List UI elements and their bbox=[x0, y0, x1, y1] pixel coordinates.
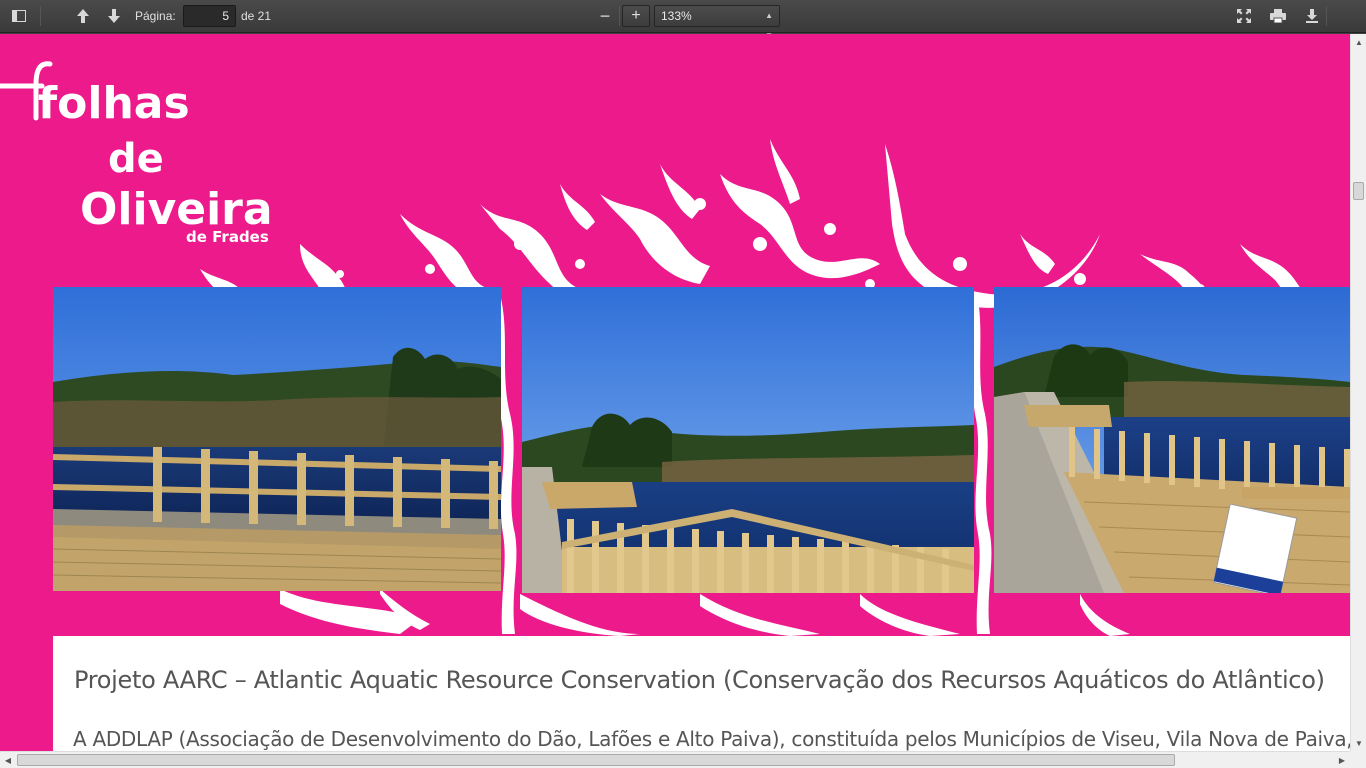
page-number-input[interactable] bbox=[183, 5, 236, 27]
lake-photo-3 bbox=[994, 287, 1350, 593]
fullscreen-button[interactable] bbox=[1231, 5, 1257, 27]
scroll-right-icon[interactable]: ▶ bbox=[1334, 752, 1350, 768]
arrow-up-icon bbox=[77, 9, 89, 23]
folhas-de-oliveira-logo: folhas de Oliveira de Frades bbox=[0, 61, 273, 244]
download-button[interactable] bbox=[1299, 5, 1325, 27]
lake-photo-2 bbox=[522, 287, 974, 593]
scrollbar-corner bbox=[1350, 751, 1366, 768]
fullscreen-icon bbox=[1237, 9, 1251, 23]
toolbar-separator bbox=[40, 6, 41, 26]
scroll-down-icon[interactable]: ▼ bbox=[1351, 735, 1366, 751]
document-viewport[interactable]: folhas de Oliveira de Frades Projeto AAR… bbox=[0, 34, 1350, 751]
page-total: de 21 bbox=[241, 9, 272, 23]
zoom-value: 133% bbox=[661, 9, 692, 23]
horizontal-scrollbar[interactable]: ◀ ▶ bbox=[0, 751, 1350, 768]
toolbar-separator bbox=[1326, 6, 1327, 26]
lake-photo-1 bbox=[53, 287, 501, 591]
vertical-scrollbar[interactable]: ▲ ▼ bbox=[1350, 34, 1366, 751]
document-title: Projeto AARC – Atlantic Aquatic Resource… bbox=[74, 666, 1325, 694]
sidebar-toggle-icon bbox=[12, 10, 26, 22]
sidebar-toggle-button[interactable] bbox=[6, 5, 32, 27]
previous-page-button[interactable] bbox=[70, 5, 96, 27]
scroll-left-icon[interactable]: ◀ bbox=[0, 752, 16, 768]
scroll-up-icon[interactable]: ▲ bbox=[1351, 34, 1366, 50]
print-button[interactable] bbox=[1265, 5, 1291, 27]
arrow-down-icon bbox=[108, 9, 120, 23]
vertical-scroll-thumb[interactable] bbox=[1353, 182, 1364, 200]
zoom-in-button[interactable]: + bbox=[622, 5, 650, 27]
download-icon bbox=[1306, 9, 1318, 23]
pdf-toolbar: Página: de 21 − + 133% ▲▼ bbox=[0, 0, 1366, 40]
next-page-button[interactable] bbox=[101, 5, 127, 27]
print-icon bbox=[1270, 9, 1286, 23]
logo-text-folhas: folhas bbox=[38, 78, 190, 129]
logo-text-de: de bbox=[108, 136, 164, 182]
zoom-select[interactable]: 133% ▲▼ bbox=[654, 5, 780, 40]
document-body-text: A ADDLAP (Associação de Desenvolvimento … bbox=[73, 727, 1350, 751]
page-label: Página: bbox=[135, 9, 176, 23]
toolbar-separator bbox=[619, 6, 620, 26]
zoom-out-button[interactable]: − bbox=[592, 5, 618, 27]
horizontal-scroll-thumb[interactable] bbox=[17, 754, 1175, 766]
logo-text-de-frades: de Frades bbox=[186, 228, 269, 244]
